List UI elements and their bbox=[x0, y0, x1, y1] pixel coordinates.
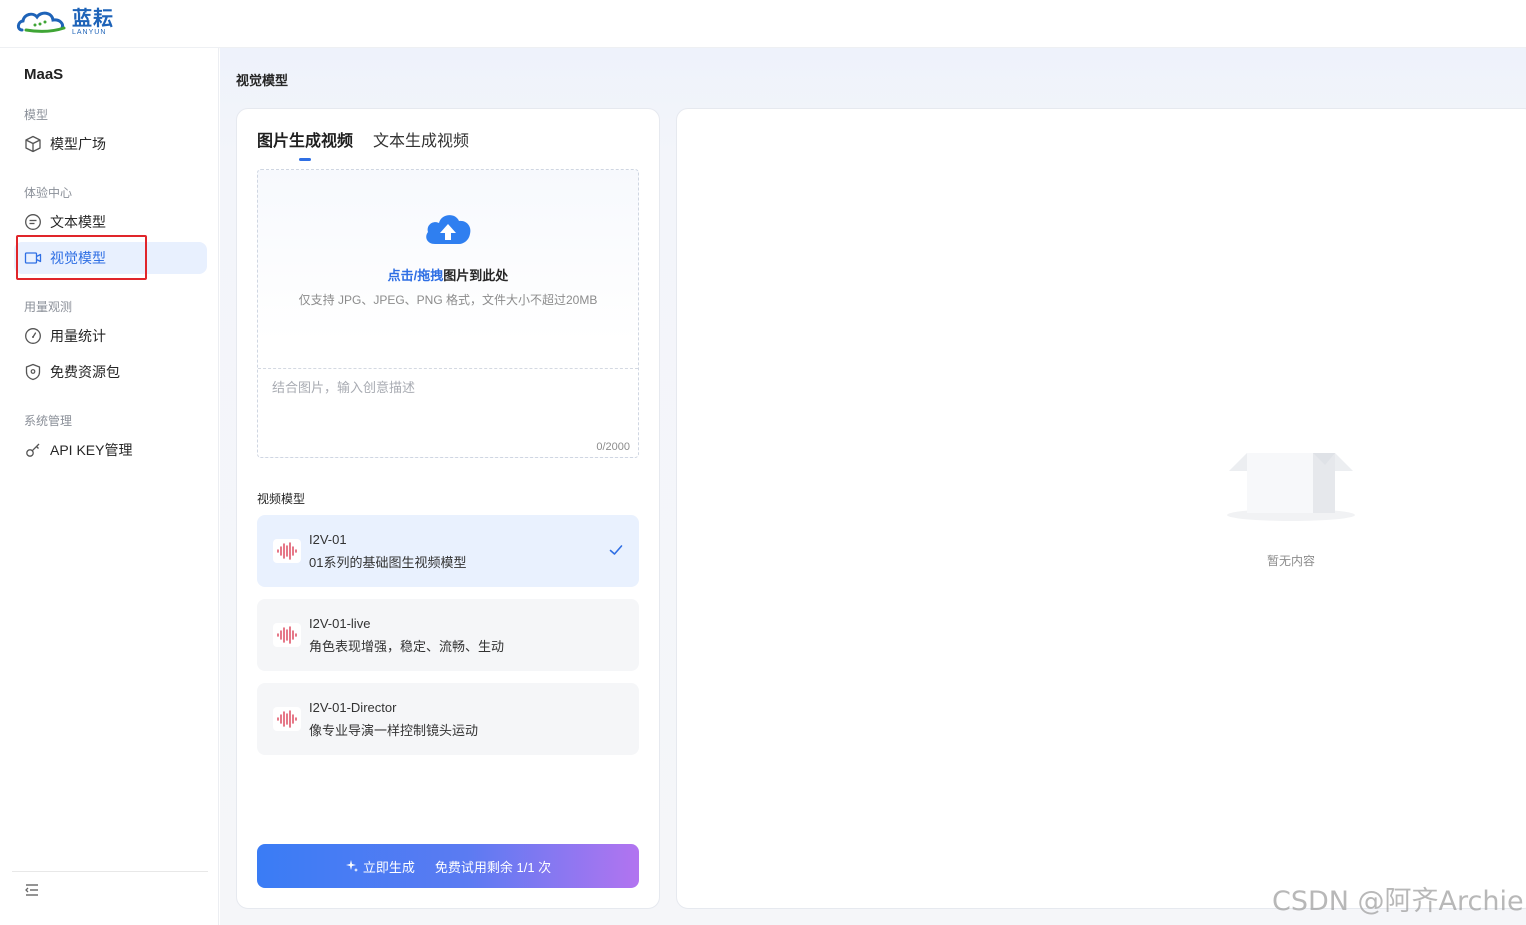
page-title: 视觉模型 bbox=[236, 73, 289, 88]
video-model-label: 视频模型 bbox=[257, 492, 306, 506]
generate-label: 立即生成 bbox=[362, 859, 415, 875]
sidebar-item-label: 视觉模型 bbox=[50, 250, 106, 266]
logo-text-en: LANYUN bbox=[72, 29, 107, 36]
sidebar-item-model-square[interactable]: 模型广场 bbox=[14, 128, 207, 160]
tab-text-to-video[interactable]: 文本生成视频 bbox=[373, 127, 469, 161]
model-desc: 01系列的基础图生视频模型 bbox=[309, 555, 467, 570]
image-upload-dropzone[interactable]: 点击/拖拽图片到此处 仅支持 JPG、JPEG、PNG 格式，文件大小不超过20… bbox=[258, 170, 638, 369]
model-card-i2v-01-live[interactable]: I2V-01-live 角色表现增强，稳定、流畅、生动 bbox=[257, 599, 639, 671]
upload-main-text: 图片到此处 bbox=[443, 268, 509, 283]
sidebar-brand: MaaS bbox=[24, 66, 64, 83]
preview-panel: 暂无内容 bbox=[676, 108, 1526, 909]
sidebar: MaaS 模型 模型广场 体验中心 文本模型 视觉模型 用量观测 用量统计 免费… bbox=[0, 48, 219, 925]
sidebar-item-text-model[interactable]: 文本模型 bbox=[14, 206, 207, 238]
top-bar: 蓝耘 LANYUN bbox=[0, 0, 1526, 48]
main-area: 视觉模型 图片生成视频 文本生成视频 点击/拖拽图片到此处 仅支持 JPG、JP… bbox=[220, 48, 1526, 925]
cloud-upload-icon bbox=[426, 215, 471, 244]
video-icon bbox=[24, 249, 42, 267]
upload-instruction: 点击/拖拽图片到此处 bbox=[258, 265, 638, 284]
sidebar-item-label: API KEY管理 bbox=[50, 442, 133, 458]
shield-icon bbox=[24, 363, 42, 381]
collapse-sidebar-button[interactable] bbox=[23, 881, 41, 899]
tab-image-to-video[interactable]: 图片生成视频 bbox=[257, 127, 353, 161]
cube-icon bbox=[24, 135, 42, 153]
free-quota: 免费试用剩余 1/1 次 bbox=[434, 859, 552, 875]
sidebar-item-label: 模型广场 bbox=[50, 136, 106, 152]
group-label-system: 系统管理 bbox=[24, 414, 73, 428]
sidebar-divider bbox=[12, 871, 208, 872]
empty-box-icon bbox=[1227, 453, 1355, 521]
soundwave-icon bbox=[273, 623, 301, 647]
model-desc: 像专业导演一样控制镜头运动 bbox=[309, 723, 479, 738]
sidebar-item-free-package[interactable]: 免费资源包 bbox=[14, 356, 207, 388]
model-name: I2V-01-Director bbox=[309, 700, 397, 715]
menu-fold-icon bbox=[25, 884, 38, 896]
group-label-experience: 体验中心 bbox=[24, 186, 73, 200]
model-name: I2V-01 bbox=[309, 532, 347, 547]
logo[interactable]: 蓝耘 LANYUN bbox=[16, 8, 114, 36]
upload-link-text[interactable]: 点击/拖拽 bbox=[388, 268, 444, 283]
sidebar-item-label: 文本模型 bbox=[50, 214, 106, 230]
sidebar-item-label: 用量统计 bbox=[50, 328, 106, 344]
logo-text-cn: 蓝耘 bbox=[72, 6, 114, 30]
check-icon bbox=[609, 545, 623, 555]
model-card-i2v-01-director[interactable]: I2V-01-Director 像专业导演一样控制镜头运动 bbox=[257, 683, 639, 755]
mode-tabs: 图片生成视频 文本生成视频 bbox=[257, 127, 469, 161]
soundwave-icon bbox=[273, 707, 301, 731]
prompt-input[interactable] bbox=[258, 369, 638, 457]
key-icon bbox=[24, 441, 42, 459]
model-desc: 角色表现增强，稳定、流畅、生动 bbox=[309, 639, 505, 654]
sidebar-item-label: 免费资源包 bbox=[50, 364, 120, 380]
upload-area: 点击/拖拽图片到此处 仅支持 JPG、JPEG、PNG 格式，文件大小不超过20… bbox=[257, 169, 639, 458]
sparkle-icon bbox=[345, 860, 358, 872]
generate-button[interactable]: 立即生成 免费试用剩余 1/1 次 bbox=[257, 844, 639, 888]
char-counter: 0/2000 bbox=[596, 441, 630, 453]
model-name: I2V-01-live bbox=[309, 616, 371, 631]
model-card-i2v-01[interactable]: I2V-01 01系列的基础图生视频模型 bbox=[257, 515, 639, 587]
upload-hint: 仅支持 JPG、JPEG、PNG 格式，文件大小不超过20MB bbox=[298, 293, 598, 307]
sidebar-item-api-key[interactable]: API KEY管理 bbox=[14, 434, 207, 466]
chat-icon bbox=[24, 213, 42, 231]
empty-state-text: 暂无内容 bbox=[1266, 554, 1315, 568]
generation-panel: 图片生成视频 文本生成视频 点击/拖拽图片到此处 仅支持 JPG、JPEG、PN… bbox=[236, 108, 660, 909]
sidebar-item-usage-stats[interactable]: 用量统计 bbox=[14, 320, 207, 352]
watermark: CSDN @阿齐Archie bbox=[1272, 886, 1524, 917]
soundwave-icon bbox=[273, 539, 301, 563]
group-label-model: 模型 bbox=[24, 108, 49, 122]
cloud-logo-icon bbox=[16, 11, 66, 33]
sidebar-item-vision-model[interactable]: 视觉模型 bbox=[14, 242, 207, 274]
gauge-icon bbox=[24, 327, 42, 345]
group-label-usage: 用量观测 bbox=[24, 300, 73, 314]
